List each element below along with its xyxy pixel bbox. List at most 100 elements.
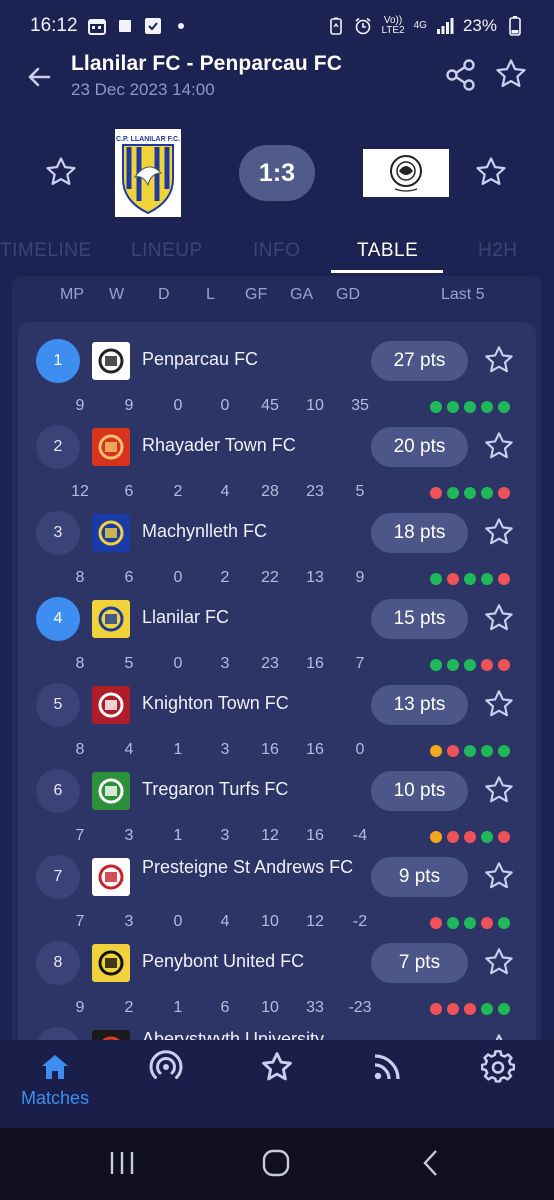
tab-table[interactable]: TABLE — [357, 240, 418, 262]
tab-info[interactable]: INFO — [253, 240, 300, 262]
form-dot — [481, 573, 493, 585]
nav-news[interactable] — [337, 1050, 437, 1084]
home-logo-lettering: C.P. LLANILAR F.C. — [116, 136, 180, 143]
stat-gd: -4 — [352, 827, 368, 844]
stat-gd: -2 — [352, 913, 368, 930]
form-dot — [464, 831, 476, 843]
star-outline-icon — [46, 157, 76, 186]
tab-h2h[interactable]: H2H — [478, 240, 518, 262]
status-bar: 16:12 Vo)) LTE2 4G 23% — [0, 0, 554, 52]
team-logo — [92, 342, 130, 380]
match-header: Llanilar FC - Penparcau FC 23 Dec 2023 1… — [0, 52, 554, 102]
stat-mp: 7 — [75, 913, 85, 930]
points-badge: 20 pts — [371, 427, 468, 467]
team-name: Machynlleth FC — [142, 521, 268, 541]
stat-d: 1 — [173, 999, 183, 1016]
table-row[interactable]: 4 Llanilar FC 15 pts 8 5 0 3 23 16 7 — [18, 592, 536, 678]
match-datetime: 23 Dec 2023 14:00 — [71, 80, 215, 99]
points-badge: 7 pts — [371, 943, 468, 983]
table-rows: 1 Penparcau FC 27 pts 9 9 0 0 45 10 35 2 Rhayader T… — [18, 322, 536, 1040]
team-name: Tregaron Turfs FC — [142, 779, 289, 799]
stat-gd: 9 — [355, 569, 365, 586]
table-row[interactable]: 5 Knighton Town FC 13 pts 8 4 1 3 16 16 0 — [18, 678, 536, 764]
stat-ga: 16 — [306, 741, 324, 758]
position-badge: 6 — [36, 769, 80, 813]
favorite-team-button[interactable] — [483, 430, 515, 462]
star-outline-icon — [496, 59, 526, 88]
form-dot — [430, 831, 442, 843]
table-row[interactable]: 3 Machynlleth FC 18 pts 8 6 0 2 22 13 9 — [18, 506, 536, 592]
team-name: Presteigne St Andrews FC — [142, 857, 354, 877]
stat-gf: 22 — [261, 569, 279, 586]
form-dot — [498, 401, 510, 413]
star-outline-icon — [485, 948, 513, 975]
signal-strength-icon — [436, 17, 454, 35]
table-row[interactable]: 6 Tregaron Turfs FC 10 pts 7 3 1 3 12 16 -4 — [18, 764, 536, 850]
last-5-form — [430, 401, 510, 413]
team-name: Penybont United FC — [142, 951, 305, 971]
stat-w: 9 — [124, 397, 134, 414]
away-team-logo[interactable] — [363, 149, 449, 197]
match-tabs: TIMELINE LINEUP INFO TABLE H2H — [0, 238, 554, 276]
more-notifications-dot-icon — [172, 17, 190, 35]
table-row[interactable]: 7 Presteigne St Andrews FC 9 pts 7 3 0 4 10 12 -2 — [18, 850, 536, 936]
form-dot — [447, 831, 459, 843]
table-row[interactable]: 2 Rhayader Town FC 20 pts 12 6 2 4 28 23 5 — [18, 420, 536, 506]
favorite-team-button[interactable] — [483, 946, 515, 978]
nav-matches[interactable]: Matches — [5, 1050, 105, 1109]
recent-apps-button[interactable] — [102, 1146, 142, 1180]
last-5-form — [430, 1003, 510, 1015]
favorite-team-button[interactable] — [483, 1032, 515, 1040]
favorite-home-team-button[interactable] — [44, 155, 78, 189]
stat-w: 4 — [124, 741, 134, 758]
favorite-team-button[interactable] — [483, 602, 515, 634]
stat-gf: 12 — [261, 827, 279, 844]
tab-lineup[interactable]: LINEUP — [131, 240, 203, 262]
form-dot — [447, 573, 459, 585]
home-system-button[interactable] — [256, 1146, 296, 1180]
stat-ga: 16 — [306, 827, 324, 844]
favorite-team-button[interactable] — [483, 860, 515, 892]
team-name: Penparcau FC — [142, 349, 259, 369]
active-tab-indicator — [331, 270, 443, 273]
favorite-team-button[interactable] — [483, 516, 515, 548]
system-back-button[interactable] — [412, 1146, 452, 1180]
form-dot — [430, 573, 442, 585]
form-dot — [498, 917, 510, 929]
position-badge: 2 — [36, 425, 80, 469]
arrow-back-icon — [28, 67, 51, 87]
stat-mp: 8 — [75, 741, 85, 758]
home-team-logo[interactable]: C.P. LLANILAR F.C. — [115, 129, 181, 217]
live-broadcast-icon — [149, 1050, 183, 1079]
position-badge: 4 — [36, 597, 80, 641]
stat-l: 2 — [220, 569, 230, 586]
star-outline-icon — [485, 862, 513, 889]
stat-w: 6 — [124, 483, 134, 500]
stat-d: 0 — [173, 913, 183, 930]
home-circle-icon — [262, 1149, 290, 1177]
table-row[interactable]: 8 Penybont United FC 7 pts 9 2 1 6 10 33 -23 — [18, 936, 536, 1022]
rss-feed-icon — [374, 1054, 400, 1080]
nav-live[interactable] — [116, 1050, 216, 1084]
star-outline-icon — [485, 432, 513, 459]
stat-l: 6 — [220, 999, 230, 1016]
nav-settings[interactable] — [448, 1050, 548, 1084]
battery-saver-icon — [327, 17, 345, 35]
position-badge: 8 — [36, 941, 80, 985]
favorite-match-button[interactable] — [494, 57, 528, 91]
nav-favorites[interactable] — [227, 1050, 327, 1084]
favorite-team-button[interactable] — [483, 344, 515, 376]
favorite-away-team-button[interactable] — [474, 155, 508, 189]
tab-timeline[interactable]: TIMELINE — [0, 240, 92, 262]
table-row[interactable]: 1 Penparcau FC 27 pts 9 9 0 0 45 10 35 — [18, 334, 536, 420]
system-navigation-bar — [0, 1128, 554, 1200]
stat-d: 2 — [173, 483, 183, 500]
settings-gear-icon — [481, 1050, 515, 1083]
form-dot — [447, 917, 459, 929]
favorite-team-button[interactable] — [483, 688, 515, 720]
share-button[interactable] — [444, 58, 478, 92]
back-button[interactable] — [24, 62, 54, 92]
table-row[interactable]: 9 Aberystwyth University — [18, 1022, 536, 1040]
header-mp: MP — [60, 286, 84, 303]
favorite-team-button[interactable] — [483, 774, 515, 806]
